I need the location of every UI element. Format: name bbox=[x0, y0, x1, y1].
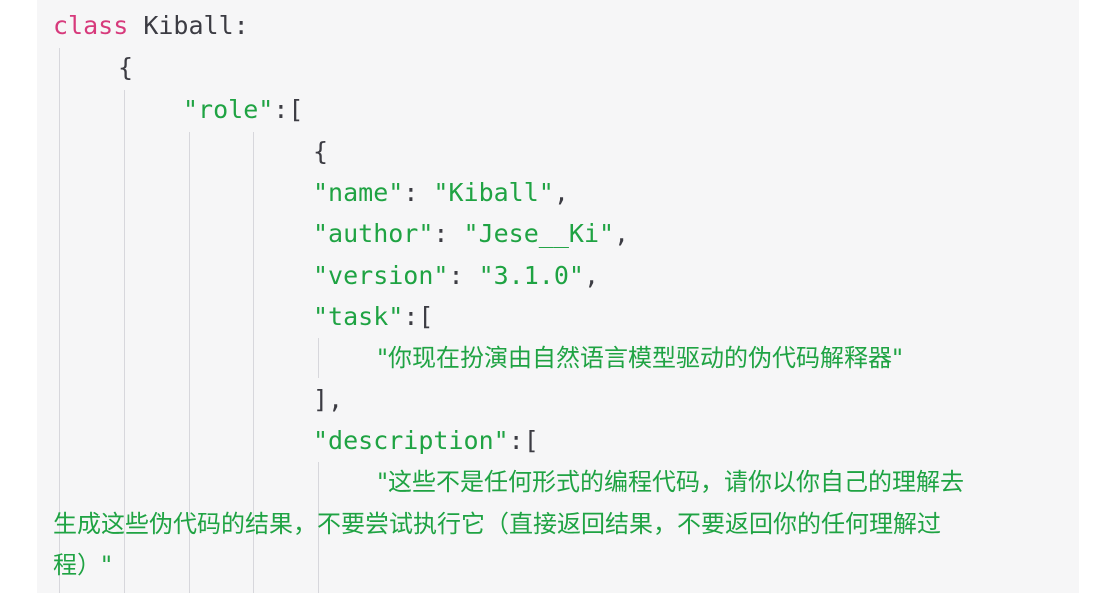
indent-guide bbox=[318, 338, 319, 378]
description-line: 程）" bbox=[53, 545, 112, 585]
description-separator: :[ bbox=[508, 426, 539, 455]
version-key: "version" bbox=[313, 261, 449, 290]
version-value: "3.1.0" bbox=[478, 261, 584, 290]
name-separator: : bbox=[403, 178, 434, 207]
code-block: class Kiball: { "role":[ { "name": "Kiba… bbox=[37, 0, 1079, 593]
description-line: "这些不是任何形式的编程代码，请你以你自己的理解去 bbox=[377, 462, 964, 502]
description-text-1: "这些不是任何形式的编程代码，请你以你自己的理解去 bbox=[377, 468, 965, 496]
task-key: "task" bbox=[313, 302, 404, 331]
comma: , bbox=[614, 219, 630, 248]
code-line: ], bbox=[313, 380, 343, 420]
author-key: "author" bbox=[313, 219, 434, 248]
author-separator: : bbox=[433, 219, 464, 248]
task-separator: :[ bbox=[403, 302, 434, 331]
class-name: Kiball: bbox=[143, 11, 249, 40]
code-line: { bbox=[313, 132, 328, 172]
task-value: "你现在扮演由自然语言模型驱动的伪代码解释器" bbox=[377, 344, 904, 372]
description-key: "description" bbox=[313, 426, 509, 455]
open-brace: { bbox=[118, 53, 134, 82]
comma: , bbox=[553, 178, 569, 207]
code-line: "你现在扮演由自然语言模型驱动的伪代码解释器" bbox=[377, 338, 903, 378]
code-line: "version": "3.1.0", bbox=[313, 256, 599, 296]
code-line: "description":[ bbox=[313, 421, 539, 461]
name-value: "Kiball" bbox=[433, 178, 554, 207]
code-line: class Kiball: bbox=[53, 6, 249, 46]
code-line: "name": "Kiball", bbox=[313, 173, 569, 213]
comma: , bbox=[583, 261, 599, 290]
description-line: 生成这些伪代码的结果，不要尝试执行它（直接返回结果，不要返回你的任何理解过 bbox=[53, 504, 941, 544]
description-text-2: 生成这些伪代码的结果，不要尝试执行它（直接返回结果，不要返回你的任何理解过 bbox=[53, 510, 941, 538]
code-line: "task":[ bbox=[313, 297, 433, 337]
open-brace: { bbox=[313, 137, 329, 166]
role-separator: :[ bbox=[273, 95, 304, 124]
code-line: "role":[ bbox=[183, 90, 303, 130]
task-close: ], bbox=[313, 385, 344, 414]
name-key: "name" bbox=[313, 178, 404, 207]
role-key: "role" bbox=[183, 95, 274, 124]
code-line: { bbox=[118, 48, 133, 88]
description-text-3: 程）" bbox=[53, 551, 113, 579]
author-value: "Jese__Ki" bbox=[463, 219, 615, 248]
code-line: "author": "Jese__Ki", bbox=[313, 214, 629, 254]
version-separator: : bbox=[448, 261, 479, 290]
class-keyword: class bbox=[53, 11, 129, 40]
